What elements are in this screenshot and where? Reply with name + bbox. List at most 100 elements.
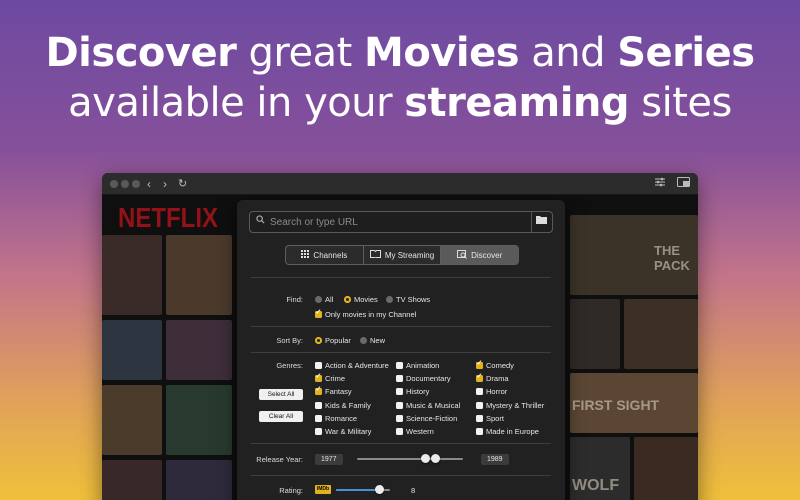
find-option-movies[interactable]: Movies: [344, 295, 378, 304]
browser-window: ‹ › ↻ NETFLIX FIRST SIGHT THE PACK WOLF: [102, 173, 698, 500]
genre-checkbox-horror[interactable]: Horror: [476, 387, 507, 396]
genre-label: Western: [406, 427, 434, 436]
option-label: Only movies in my Channel: [325, 310, 417, 319]
genre-label: Science-Fiction: [406, 413, 458, 423]
genre-label: Action & Adventure: [325, 361, 389, 370]
headline-word: Discover: [45, 30, 237, 76]
genre-label: Sport: [486, 413, 504, 423]
option-label: Popular: [325, 336, 351, 345]
checkbox-icon: [315, 362, 322, 369]
poster-title: FIRST SIGHT: [572, 397, 660, 413]
checkbox-icon: [396, 414, 403, 422]
checkbox-icon: [396, 428, 403, 435]
genre-label: Fantasy: [325, 387, 352, 397]
checkbox-icon: [315, 428, 322, 435]
sort-option-new[interactable]: New: [360, 336, 385, 345]
only-my-channel-checkbox[interactable]: Only movies in my Channel: [315, 308, 417, 319]
poster-tile: [102, 320, 162, 380]
back-arrow-icon[interactable]: ‹: [147, 176, 151, 192]
headline-word: Series: [617, 30, 755, 76]
genre-checkbox-drama[interactable]: Drama: [476, 372, 509, 384]
genre-label: Horror: [486, 387, 508, 397]
genre-checkbox-comedy[interactable]: Comedy: [476, 359, 514, 370]
grid-icon: [301, 250, 310, 260]
checkbox-checked-icon: [315, 308, 322, 318]
view-tabs: Channels My Streaming Discover: [285, 245, 519, 265]
clear-all-button[interactable]: Clear All: [259, 411, 303, 422]
genre-checkbox-romance[interactable]: Romance: [315, 414, 357, 423]
genre-label: Animation: [406, 361, 440, 370]
genre-checkbox-western[interactable]: Western: [396, 427, 434, 436]
checkbox-icon: [396, 401, 403, 409]
genre-label: Mystery & Thriller: [486, 400, 545, 410]
checkbox-icon: [315, 401, 322, 409]
genre-checkbox-action-adventure[interactable]: Action & Adventure: [315, 361, 389, 370]
headline-word: Movies: [364, 30, 520, 76]
checkbox-icon: [396, 362, 403, 369]
poster-tile: [102, 235, 162, 315]
headline-line-1: Discover great Movies and Series: [0, 28, 800, 78]
poster-tile: [570, 299, 620, 369]
radio-selected-icon: [315, 337, 322, 344]
zoom-window-button[interactable]: [132, 180, 140, 188]
headline: Discover great Movies and Series availab…: [0, 28, 800, 128]
reload-icon[interactable]: ↻: [178, 176, 187, 192]
release-year-max-knob[interactable]: [431, 454, 440, 463]
checkbox-icon: [476, 428, 483, 435]
select-all-button[interactable]: Select All: [259, 389, 303, 400]
title-bar: ‹ › ↻: [102, 173, 698, 195]
tab-my-streaming[interactable]: My Streaming: [364, 246, 442, 264]
find-label: Find:: [286, 295, 303, 304]
folder-icon[interactable]: [536, 215, 550, 227]
genre-checkbox-sport[interactable]: Sport: [476, 414, 504, 423]
tab-channels[interactable]: Channels: [286, 246, 364, 264]
forward-arrow-icon[interactable]: ›: [163, 176, 167, 192]
headline-word: sites: [629, 80, 732, 126]
find-option-tv-shows[interactable]: TV Shows: [386, 295, 430, 304]
settings-sliders-icon[interactable]: [654, 176, 666, 192]
poster-title: WOLF: [572, 477, 620, 494]
genre-checkbox-history[interactable]: History: [396, 387, 429, 396]
url-bar-divider: [531, 212, 532, 232]
genre-label: Music & Musical: [406, 400, 461, 410]
rating-fill: [336, 489, 380, 491]
poster-tile: [102, 385, 162, 455]
genre-checkbox-documentary[interactable]: Documentary: [396, 374, 451, 383]
genre-label: Made in Europe: [486, 427, 539, 436]
rating-knob[interactable]: [374, 485, 384, 494]
release-year-min-knob[interactable]: [421, 454, 430, 463]
option-label: TV Shows: [396, 295, 431, 304]
minimize-window-button[interactable]: [121, 180, 129, 188]
genre-checkbox-kids-family[interactable]: Kids & Family: [315, 401, 371, 410]
netflix-background: NETFLIX FIRST SIGHT THE PACK WOLF Search…: [102, 195, 698, 500]
genre-label: Drama: [486, 374, 509, 384]
poster-tile: [102, 460, 162, 500]
checkbox-icon: [396, 388, 403, 396]
genre-checkbox-crime[interactable]: Crime: [315, 372, 345, 383]
headline-line-2: available in your streaming sites: [0, 78, 800, 128]
genre-checkbox-animation[interactable]: Animation: [396, 361, 439, 370]
tab-discover[interactable]: Discover: [441, 246, 518, 264]
genre-checkbox-war-military[interactable]: War & Military: [315, 427, 371, 436]
radio-icon: [360, 337, 367, 344]
option-label: All: [325, 295, 334, 304]
genre-checkbox-science-fiction[interactable]: Science-Fiction: [396, 414, 457, 423]
find-option-all[interactable]: All: [315, 295, 333, 304]
poster-tile: [166, 235, 232, 315]
poster-title: THE PACK: [654, 243, 690, 273]
checkbox-icon: [476, 388, 483, 396]
genre-checkbox-made-in-europe[interactable]: Made in Europe: [476, 427, 539, 436]
close-window-button[interactable]: [110, 180, 118, 188]
search-input[interactable]: [270, 214, 525, 230]
headline-word: streaming: [404, 80, 630, 126]
picture-in-picture-icon[interactable]: [677, 176, 691, 192]
radio-icon: [386, 296, 393, 303]
genre-checkbox-music-musical[interactable]: Music & Musical: [396, 401, 460, 410]
poster-tile: [624, 299, 698, 369]
release-year-label: Release Year:: [256, 455, 303, 464]
checkbox-checked-icon: [315, 385, 322, 396]
genre-checkbox-mystery-thriller[interactable]: Mystery & Thriller: [476, 401, 544, 410]
sort-option-popular[interactable]: Popular: [315, 336, 351, 345]
option-label: New: [370, 336, 386, 345]
genre-checkbox-fantasy[interactable]: Fantasy: [315, 385, 352, 397]
